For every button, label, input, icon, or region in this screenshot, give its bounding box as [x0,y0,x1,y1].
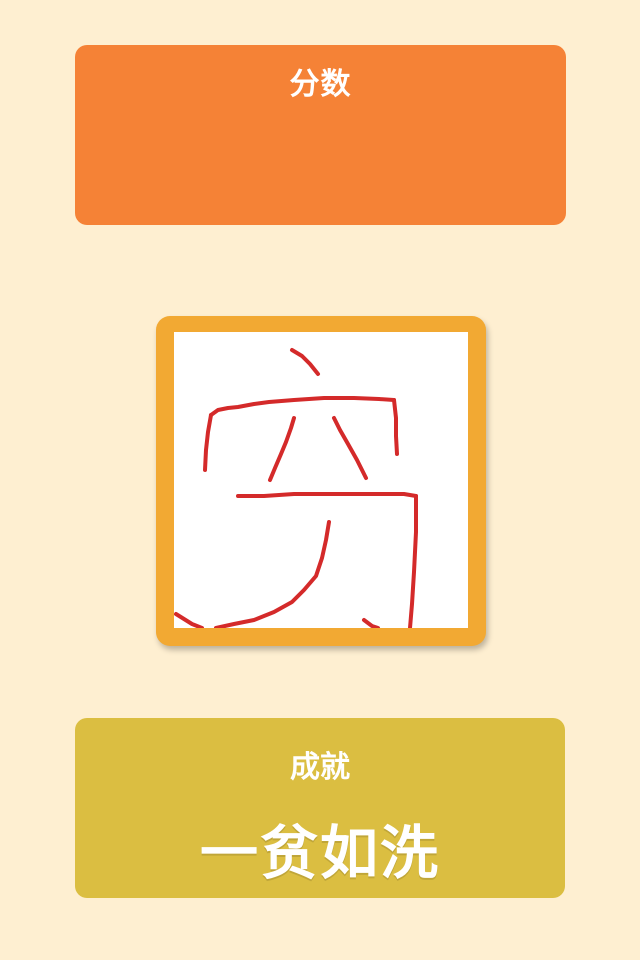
score-label: 分数 [289,67,352,102]
score-panel: 分数 [75,45,566,225]
achievement-title: 一贫如洗 [199,819,440,887]
drawing-canvas[interactable] [174,332,468,628]
achievement-label: 成就 [290,750,350,785]
drawing-frame [156,316,486,646]
handwritten-character-drawing [174,348,418,628]
achievement-panel: 成就 一贫如洗 [75,718,565,898]
